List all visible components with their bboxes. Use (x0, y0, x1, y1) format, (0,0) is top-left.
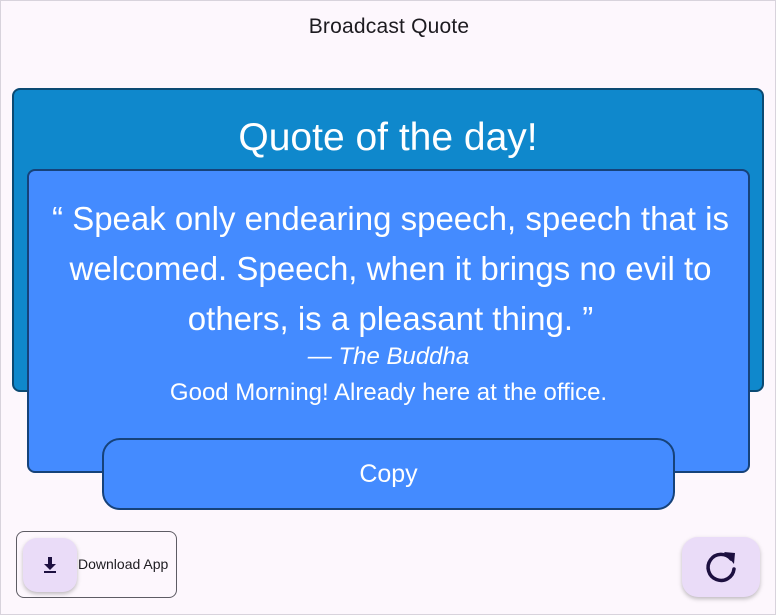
refresh-button[interactable] (682, 537, 760, 597)
app-bar-title: Broadcast Quote (308, 15, 470, 38)
quote-text: “ Speak only endearing speech, speech th… (52, 200, 729, 337)
quote-card-heading: Quote of the day! (238, 116, 538, 159)
download-icon (44, 557, 56, 573)
quote-author: — The Buddha (307, 343, 470, 370)
app-window: Broadcast Quote Quote of the day! “ Spea… (0, 0, 776, 615)
copy-button[interactable]: Copy (102, 438, 675, 510)
copy-button-label: Copy (359, 459, 418, 488)
download-app-label: Download App (78, 556, 169, 572)
download-app-button[interactable]: Download App (16, 531, 177, 598)
greeting-message: Good Morning! Already here at the office… (169, 379, 608, 406)
refresh-icon (706, 552, 736, 583)
download-fab[interactable] (23, 538, 77, 592)
quote-content-card: “ Speak only endearing speech, speech th… (27, 169, 750, 473)
